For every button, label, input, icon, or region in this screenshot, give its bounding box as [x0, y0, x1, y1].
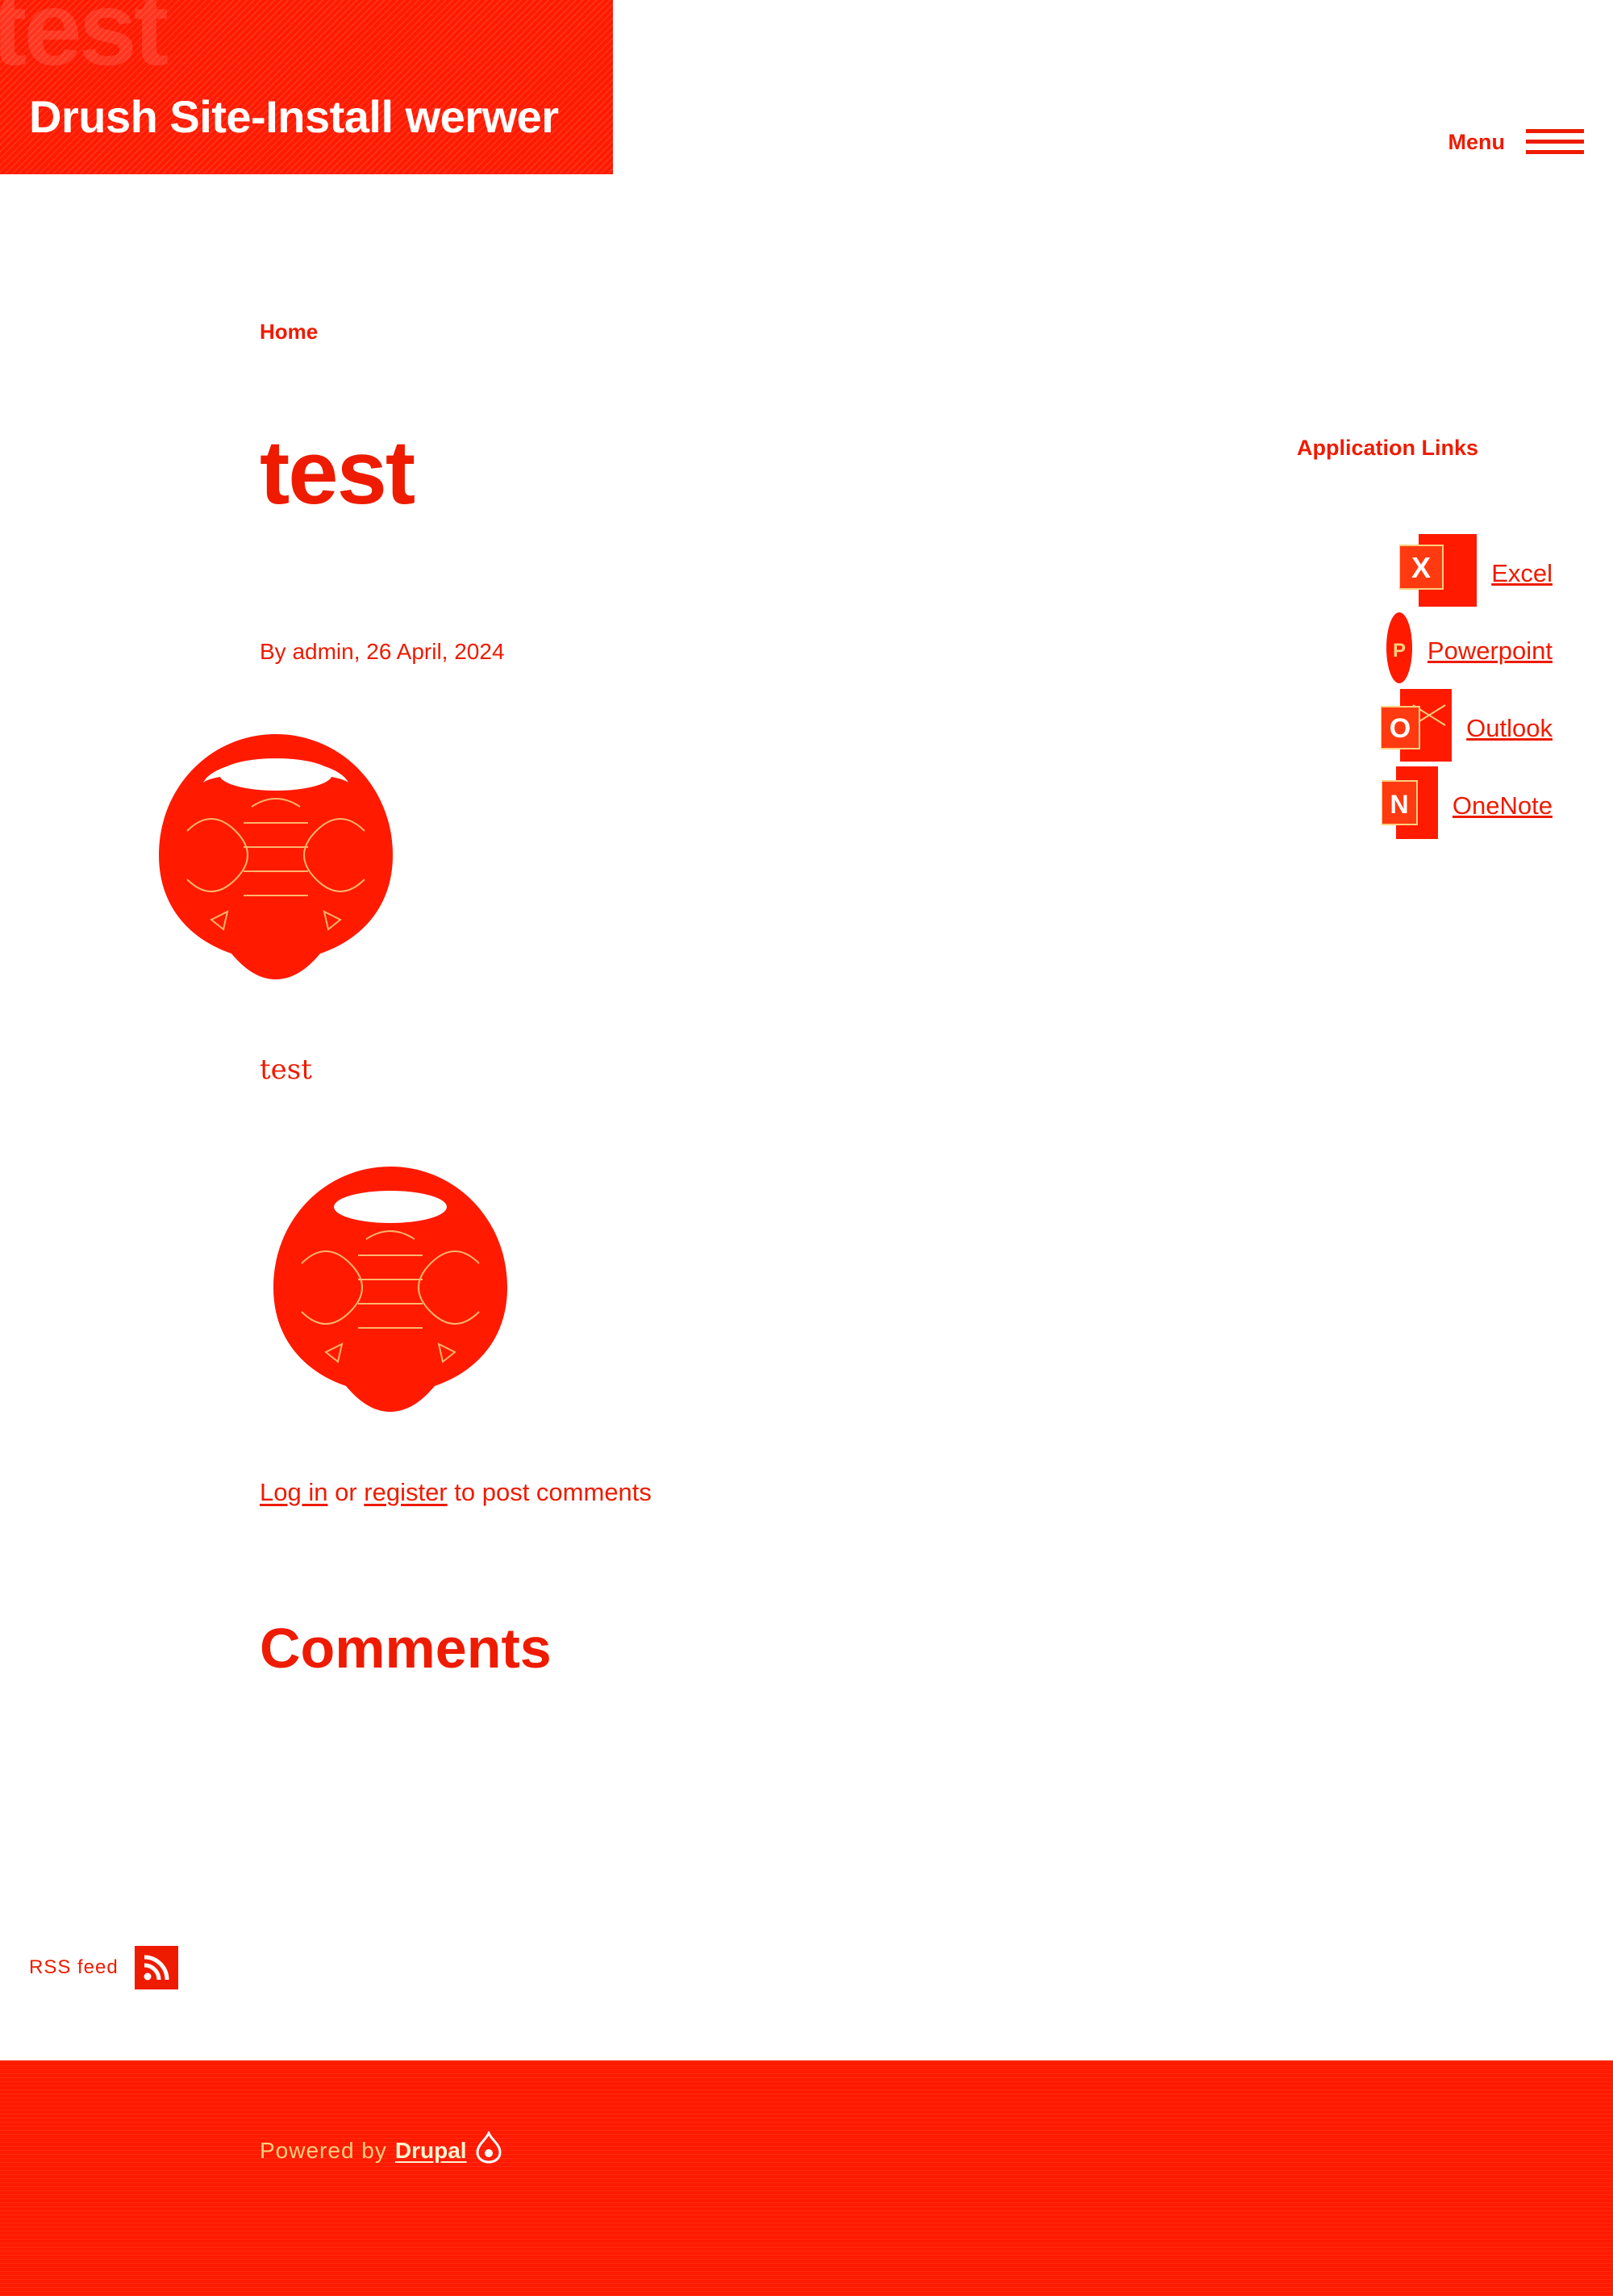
- rss-icon[interactable]: [134, 1946, 178, 1989]
- breadcrumb: Home: [260, 319, 318, 344]
- application-links-title: Application Links: [1297, 436, 1479, 460]
- rss-feed-label: RSS feed: [29, 1956, 119, 1978]
- header-ghost-text: test: [0, 0, 169, 87]
- onenote-icon: N: [1380, 766, 1438, 845]
- register-link[interactable]: register: [364, 1478, 447, 1506]
- login-link[interactable]: Log in: [260, 1478, 327, 1506]
- svg-text:P: P: [1393, 640, 1406, 662]
- site-header-branding: test Drush Site-Install werwer: [0, 0, 613, 174]
- breadcrumb-home-link[interactable]: Home: [260, 319, 318, 344]
- site-footer: Powered by Drupal: [0, 2060, 1613, 2296]
- svg-text:X: X: [1411, 551, 1431, 584]
- drupal-drop-icon: [475, 2129, 502, 2169]
- excel-icon: X: [1398, 534, 1478, 613]
- onenote-link-label: OneNote: [1452, 791, 1553, 820]
- site-name-link[interactable]: Drush Site-Install werwer: [29, 90, 559, 143]
- rss-feed: RSS feed: [29, 1946, 178, 1989]
- page-title: test: [260, 422, 415, 523]
- article-body: test: [260, 1054, 312, 1086]
- article-byline: By admin, 26 April, 2024: [260, 639, 505, 664]
- article-body-image-daruma: [273, 1167, 507, 1412]
- outlook-link-label: Outlook: [1466, 714, 1553, 742]
- menu-label: Menu: [1448, 129, 1506, 154]
- comment-login-note: Log in or register to post comments: [260, 1478, 652, 1507]
- or-text: or: [327, 1478, 365, 1506]
- drupal-link[interactable]: Drupal: [395, 2138, 467, 2164]
- powered-by-text: Powered by: [260, 2137, 387, 2163]
- outlook-icon: O: [1380, 689, 1453, 768]
- powerpoint-link[interactable]: P Powerpoint: [1386, 612, 1553, 691]
- hamburger-icon: [1526, 126, 1584, 158]
- powerpoint-link-label: Powerpoint: [1427, 637, 1553, 665]
- powered-by-drupal: Powered by Drupal: [260, 2129, 502, 2169]
- outlook-link[interactable]: O Outlook: [1380, 689, 1553, 768]
- post-comments-text: to post comments: [447, 1478, 652, 1506]
- excel-link[interactable]: X Excel: [1398, 534, 1553, 613]
- comments-heading: Comments: [260, 1617, 552, 1680]
- svg-text:N: N: [1390, 790, 1408, 819]
- onenote-link[interactable]: N OneNote: [1380, 766, 1553, 845]
- svg-text:O: O: [1390, 713, 1411, 744]
- powerpoint-icon: P: [1386, 612, 1413, 691]
- menu-toggle-button[interactable]: Menu: [1448, 126, 1584, 158]
- excel-link-label: Excel: [1491, 559, 1553, 587]
- article-image-daruma: [159, 734, 393, 979]
